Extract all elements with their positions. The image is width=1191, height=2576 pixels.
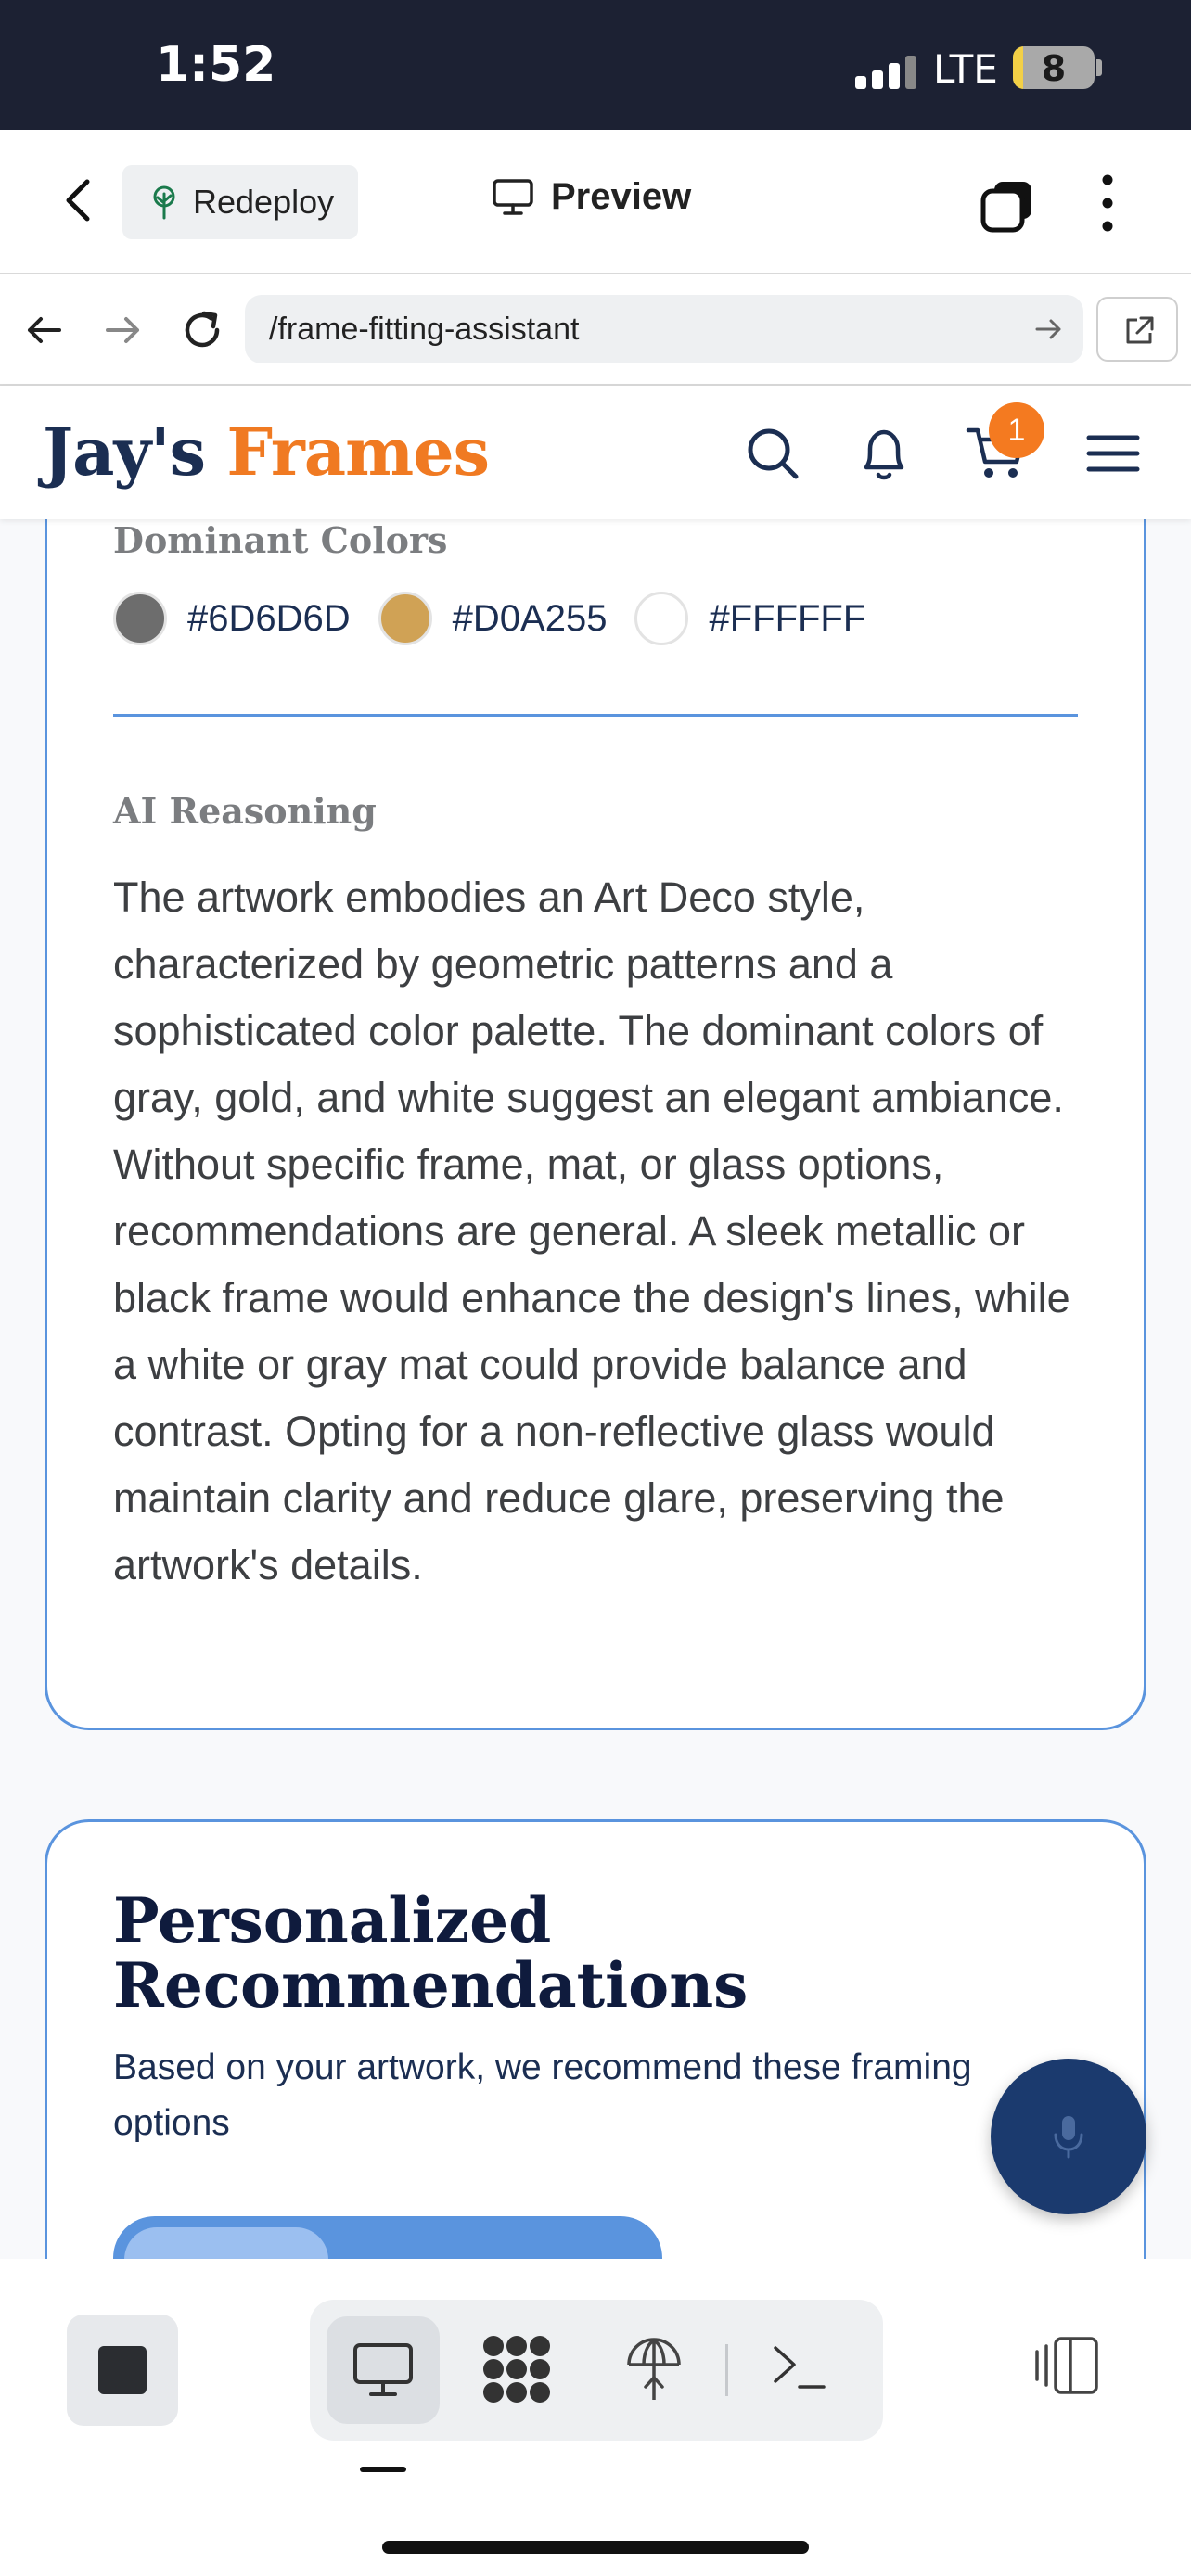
home-indicator xyxy=(382,2541,809,2554)
ai-reasoning-text: The artwork embodies an Art Deco style, … xyxy=(113,874,1070,1588)
tool-switcher xyxy=(310,2300,883,2441)
color-hex: #6D6D6D xyxy=(187,597,351,639)
tree-icon xyxy=(153,185,175,220)
recommendations-title: Personalized Recommendations xyxy=(113,1884,749,2021)
monitor-icon xyxy=(493,178,533,215)
monitor-icon xyxy=(353,2343,413,2396)
site-logo[interactable]: Jay's Frames xyxy=(43,414,490,491)
logo-part-2: Frames xyxy=(226,414,490,491)
microphone-icon xyxy=(1054,2116,1083,2159)
site-header: Jay's Frames 1 xyxy=(0,386,1191,519)
logo-part-1: Jay's xyxy=(43,414,206,491)
signal-icon xyxy=(855,56,920,89)
status-time: 1:52 xyxy=(156,37,276,93)
components-grid-icon[interactable] xyxy=(480,2333,553,2405)
arrow-right-icon[interactable] xyxy=(100,308,145,352)
battery-level: 8 xyxy=(1041,48,1067,89)
cart-count-badge: 1 xyxy=(989,402,1044,458)
preview-label: Preview xyxy=(551,176,692,217)
bell-icon[interactable] xyxy=(853,421,915,486)
stop-icon xyxy=(98,2346,147,2394)
app-bar: Redeploy Preview xyxy=(0,130,1191,274)
open-external-button[interactable] xyxy=(1096,297,1178,362)
color-hex: #D0A255 xyxy=(452,597,608,639)
deploy-icon[interactable] xyxy=(623,2333,685,2405)
page-content[interactable]: Dominant Colors #6D6D6D #D0A255 #FFFFFF … xyxy=(0,519,1191,2259)
reload-icon[interactable] xyxy=(176,304,228,356)
external-link-icon xyxy=(1126,316,1154,344)
bottom-toolbar xyxy=(0,2259,1191,2576)
toolbar-separator xyxy=(725,2344,728,2396)
voice-assistant-button[interactable] xyxy=(991,2059,1146,2214)
arrow-left-icon[interactable] xyxy=(22,308,67,352)
color-swatch xyxy=(378,592,432,645)
url-field[interactable]: /frame-fitting-assistant xyxy=(245,295,1083,363)
preview-tab[interactable]: Preview xyxy=(492,176,691,218)
section-divider xyxy=(113,714,1078,717)
browser-url-row: /frame-fitting-assistant xyxy=(0,274,1191,386)
battery-tip xyxy=(1096,59,1102,76)
recommendation-tabs[interactable] xyxy=(113,2216,662,2259)
kebab-icon[interactable] xyxy=(1093,171,1122,236)
stop-button[interactable] xyxy=(67,2315,178,2426)
search-icon[interactable] xyxy=(742,423,803,484)
redeploy-button[interactable]: Redeploy xyxy=(122,165,358,239)
chevron-left-icon[interactable] xyxy=(54,174,106,226)
active-tool-indicator xyxy=(360,2467,406,2472)
tool-preview[interactable] xyxy=(327,2316,440,2424)
redeploy-label: Redeploy xyxy=(193,183,335,221)
ai-reasoning-title: AI Reasoning xyxy=(113,790,377,832)
hamburger-icon[interactable] xyxy=(1085,430,1141,477)
color-swatch xyxy=(113,592,167,645)
terminal-icon[interactable] xyxy=(770,2337,829,2396)
status-bar: 1:52 LTE 8 xyxy=(0,0,1191,130)
tabs-icon[interactable] xyxy=(980,178,1035,234)
color-swatch xyxy=(634,592,689,645)
dominant-colors-title: Dominant Colors xyxy=(113,519,448,561)
dominant-colors-list: #6D6D6D #D0A255 #FFFFFF xyxy=(113,592,893,645)
sidebar-toggle-icon[interactable] xyxy=(1031,2335,1102,2396)
color-hex: #FFFFFF xyxy=(709,597,866,639)
network-label: LTE xyxy=(933,46,998,92)
go-arrow-icon[interactable] xyxy=(1033,313,1065,345)
battery-icon: 8 xyxy=(1013,46,1095,89)
recommendations-subtitle: Based on your artwork, we recommend thes… xyxy=(113,2047,972,2143)
active-tab[interactable] xyxy=(124,2227,328,2259)
